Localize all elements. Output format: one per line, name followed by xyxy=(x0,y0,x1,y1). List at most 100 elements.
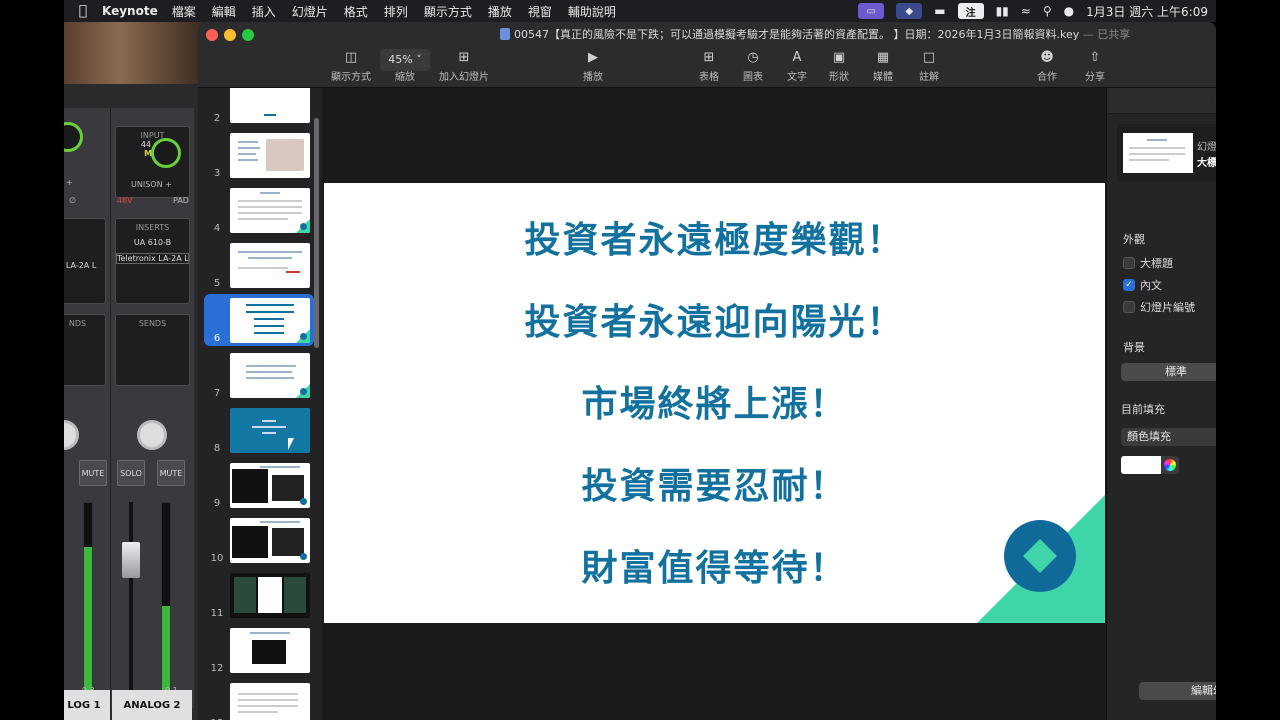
minimize-window-button[interactable] xyxy=(224,29,236,41)
slide-thumb-9[interactable]: 9 xyxy=(204,459,314,511)
slide-layout-card[interactable]: 幻燈片 大標 xyxy=(1117,124,1216,182)
mute-button-2[interactable]: MUTE xyxy=(157,460,185,486)
mute-button-1[interactable]: MUTE xyxy=(79,460,107,486)
insert-slot-2b[interactable]: Teletronix LA-2A L xyxy=(116,253,189,264)
control-center-icon[interactable]: ● xyxy=(1064,4,1074,18)
channel-strip-1: ON + ∅ k LA-2A L NDS MUTE -0.3 xyxy=(64,108,110,708)
menu-view[interactable]: 顯示方式 xyxy=(424,3,472,20)
volume-fader[interactable] xyxy=(122,542,140,578)
input-label: INPUT xyxy=(140,131,165,140)
phantom-power-button[interactable]: 48V xyxy=(117,196,133,205)
chart-button[interactable]: ◷ 圖表 xyxy=(738,48,768,86)
current-slide[interactable]: 投資者永遠極度樂觀！ 投資者永遠迎向陽光！ 市場終將上漲！ 投資需要忍耐！ 財富… xyxy=(324,183,1105,623)
gain-knob-2[interactable] xyxy=(151,138,181,168)
color-well[interactable] xyxy=(1121,456,1161,474)
slide-text-line-2[interactable]: 投資者永遠迎向陽光！ xyxy=(324,293,1105,345)
slide-thumb-12[interactable]: 12 xyxy=(204,624,314,676)
menu-insert[interactable]: 插入 xyxy=(252,3,276,20)
bed-icon[interactable]: ▬ xyxy=(934,4,945,18)
slide-thumb-7[interactable]: 7 xyxy=(204,349,314,401)
view-button[interactable]: ◫ 顯示方式 xyxy=(328,48,374,86)
insert-slot-1[interactable]: k LA-2A L xyxy=(64,261,105,270)
navigator-scrollbar[interactable] xyxy=(314,118,319,348)
media-button[interactable]: ▦ 媒體 xyxy=(868,48,898,86)
text-label: 文字 xyxy=(787,72,807,83)
menu-edit[interactable]: 編輯 xyxy=(212,3,236,20)
unison-label-1: ON + xyxy=(64,178,73,187)
share-label: 分享 xyxy=(1085,72,1105,83)
slide-thumb-10[interactable]: 10 xyxy=(204,514,314,566)
comment-button[interactable]: □ 註解 xyxy=(914,48,944,86)
inserts-panel-1: k LA-2A L xyxy=(64,218,106,304)
slide-thumb-8[interactable]: 8 xyxy=(204,404,314,456)
slide-number-checkbox[interactable] xyxy=(1123,301,1135,313)
fill-heading: 目前填充 xyxy=(1121,403,1165,416)
shape-button[interactable]: ▣ 形狀 xyxy=(824,48,854,86)
table-icon: ⊞ xyxy=(703,50,715,65)
pad-button[interactable]: PAD xyxy=(173,196,189,205)
title-checkbox-row[interactable]: 大標題 xyxy=(1123,255,1173,271)
view-label: 顯示方式 xyxy=(331,72,371,83)
level-meter-1 xyxy=(83,502,93,702)
pan-knob-2[interactable] xyxy=(137,420,167,450)
slide-thumb-4[interactable]: 4 xyxy=(204,184,314,236)
appearance-heading: 外觀 xyxy=(1123,233,1145,246)
right-black-border xyxy=(1216,0,1280,720)
pan-knob-1[interactable] xyxy=(64,420,79,450)
menu-slide[interactable]: 幻燈片 xyxy=(292,3,328,20)
edit-layout-button[interactable]: 編輯幻 xyxy=(1139,682,1216,700)
fullscreen-window-button[interactable] xyxy=(242,29,254,41)
body-checkbox[interactable]: ✓ xyxy=(1123,279,1135,291)
menu-format[interactable]: 格式 xyxy=(344,3,368,20)
collaborate-button[interactable]: ☻ 合作 xyxy=(1032,48,1062,86)
menu-arrange[interactable]: 排列 xyxy=(384,3,408,20)
phase-icon-1[interactable]: ∅ xyxy=(69,196,76,205)
zoom-control[interactable]: 45% ˅ 縮放 xyxy=(380,48,430,86)
add-slide-button[interactable]: ⊞ 加入幻燈片 xyxy=(436,48,492,86)
title-checkbox[interactable] xyxy=(1123,257,1135,269)
play-button[interactable]: ▶ 播放 xyxy=(576,48,610,86)
app-menu[interactable]: Keynote xyxy=(102,4,158,18)
slide-thumb-2[interactable]: 2 xyxy=(204,88,314,126)
thumb-image xyxy=(230,463,310,508)
search-icon[interactable]: ⚲ xyxy=(1043,4,1052,18)
insert-slot-2a[interactable]: UA 610-B xyxy=(116,238,189,247)
background-style-button[interactable]: 標準 xyxy=(1121,363,1216,381)
share-button[interactable]: ⇧ 分享 xyxy=(1080,48,1110,86)
text-button[interactable]: A 文字 xyxy=(782,48,812,86)
wifi-icon[interactable]: ≈ xyxy=(1021,4,1031,18)
number-checkbox-row[interactable]: 幻燈片編號 xyxy=(1123,299,1195,315)
menu-play[interactable]: 播放 xyxy=(488,3,512,20)
slide-thumb-11[interactable]: 11 xyxy=(204,569,314,621)
text-icon: A xyxy=(792,50,802,65)
slide-thumb-6[interactable]: 6 xyxy=(204,294,314,346)
battery-icon[interactable]: ▮▮ xyxy=(996,4,1009,18)
slide-navigator: 2 3 4 5 6 7 8 9 10 11 12 xyxy=(198,88,322,720)
close-window-button[interactable] xyxy=(206,29,218,41)
slide-thumb-5[interactable]: 5 xyxy=(204,239,314,291)
slide-text-line-3[interactable]: 市場終將上漲！ xyxy=(324,375,1105,427)
menu-clock[interactable]: 1月3日 週六 上午6:09 xyxy=(1086,3,1208,20)
gain-knob-1[interactable] xyxy=(64,122,83,152)
solo-button[interactable]: SOLO xyxy=(117,460,145,486)
menu-help[interactable]: 輔助說明 xyxy=(568,3,616,20)
comment-label: 註解 xyxy=(919,72,939,83)
table-button[interactable]: ⊞ 表格 xyxy=(694,48,724,86)
input-method-icon[interactable]: 注 xyxy=(957,3,984,19)
slide-number: 12 xyxy=(210,663,224,674)
slide-number: 5 xyxy=(213,278,221,289)
fill-type-select[interactable]: 顏色填充 xyxy=(1121,428,1216,446)
screen:  Keynote 檔案 編輯 插入 幻燈片 格式 排列 顯示方式 播放 視窗 … xyxy=(0,0,1280,720)
menu-file[interactable]: 檔案 xyxy=(172,3,196,20)
thumb-image xyxy=(230,683,310,720)
slide-thumb-3[interactable]: 3 xyxy=(204,129,314,181)
screen-share-icon[interactable]: ▭ xyxy=(858,3,885,19)
slide-thumb-13[interactable]: 13 xyxy=(204,679,314,720)
menu-window[interactable]: 視窗 xyxy=(528,3,552,20)
color-wheel-button[interactable] xyxy=(1161,456,1179,474)
slide-text-line-1[interactable]: 投資者永遠極度樂觀！ xyxy=(324,211,1105,263)
body-checkbox-row[interactable]: ✓ 內文 xyxy=(1123,277,1162,293)
apple-menu-icon[interactable]:  xyxy=(64,3,102,19)
ua-logo-icon[interactable]: ◆ xyxy=(896,3,923,19)
slide-number-checkbox-label: 幻燈片編號 xyxy=(1140,301,1195,314)
